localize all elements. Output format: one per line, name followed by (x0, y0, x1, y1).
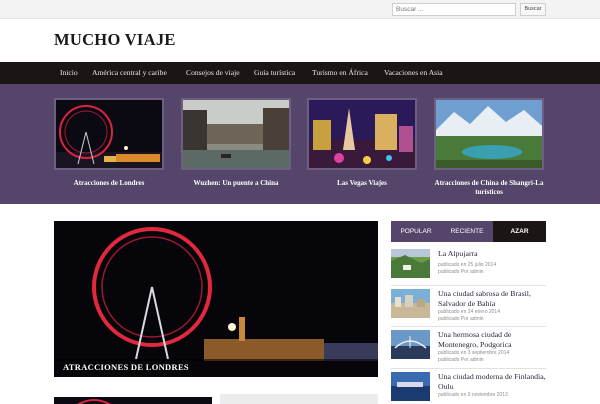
search-input[interactable] (392, 3, 516, 16)
list-item[interactable]: Una hermosa ciudad de Montenegro, Podgor… (391, 330, 546, 366)
item-author: publicado Por admin (438, 269, 484, 275)
list-item[interactable]: Una ciudad sabrosa de Brasil, Salvador d… (391, 289, 546, 325)
nav-item-inicio[interactable]: Inicio (60, 62, 78, 84)
featured-card[interactable]: Las Vegas Viajes (307, 98, 417, 188)
item-thumbnail[interactable] (391, 372, 430, 401)
list-item[interactable]: La Alpujarra publicado en 25 julio 2014 … (391, 249, 546, 283)
item-title[interactable]: Una ciudad moderna de Finlandia, Oulu (438, 372, 546, 391)
nav-item-africa[interactable]: Turismo en África (312, 62, 368, 84)
divider (391, 285, 546, 286)
top-bar: Buscar (0, 0, 600, 19)
featured-image-london[interactable] (54, 98, 164, 170)
featured-card[interactable]: Wuzhen: Un puente a China (181, 98, 291, 188)
item-date: publicado en 3 septiembre 2014 (438, 350, 510, 356)
featured-card[interactable]: Atracciones de China de Shangri-La turís… (434, 98, 544, 197)
tab-popular[interactable]: POPULAR (391, 221, 441, 242)
item-title[interactable]: Una hermosa ciudad de Montenegro, Podgor… (438, 330, 546, 349)
main-nav: Inicio América central y caribe Consejos… (0, 62, 600, 84)
main-article-caption[interactable]: ATRACCIONES DE LONDRES (54, 359, 378, 377)
article-thumbnail[interactable] (54, 394, 212, 404)
item-date: publicado en 25 julio 2014 (438, 262, 497, 268)
item-thumbnail[interactable] (391, 249, 430, 278)
featured-band: Atracciones de Londres Wuzhen: Un puente… (0, 84, 600, 204)
featured-image-wuzhen[interactable] (181, 98, 291, 170)
search-button[interactable]: Buscar (520, 3, 546, 16)
featured-image-shangrila[interactable] (434, 98, 544, 170)
item-author: publicado Por admin (438, 357, 484, 363)
tab-reciente[interactable]: RECIENTE (441, 221, 493, 242)
item-thumbnail[interactable] (391, 289, 430, 318)
divider (391, 368, 546, 369)
item-title[interactable]: La Alpujarra (438, 249, 546, 259)
article-thumbnail[interactable] (220, 394, 378, 404)
item-date: publicado en 24 enero 2014 (438, 309, 500, 315)
tab-azar[interactable]: AZAR (493, 221, 546, 242)
main-article-title[interactable]: ATRACCIONES DE LONDRES (63, 362, 189, 372)
sidebar-tabs: POPULAR RECIENTE AZAR (391, 221, 546, 242)
featured-title[interactable]: Wuzhen: Un puente a China (181, 179, 291, 188)
featured-title[interactable]: Las Vegas Viajes (307, 179, 417, 188)
site-title[interactable]: MUCHO VIAJE (54, 30, 176, 50)
divider (391, 326, 546, 327)
item-author: publicado Por admin (438, 316, 484, 322)
featured-title[interactable]: Atracciones de China de Shangri-La turís… (434, 179, 544, 197)
nav-item-guia[interactable]: Guía turística (254, 62, 295, 84)
list-item[interactable]: Una ciudad moderna de Finlandia, Oulu pu… (391, 372, 546, 401)
main-article-image[interactable] (54, 221, 378, 377)
item-date: publicado en 9 noviembre 2013 (438, 392, 508, 398)
featured-image-vegas[interactable] (307, 98, 417, 170)
nav-item-america-central[interactable]: América central y caribe (92, 62, 167, 84)
nav-item-asia[interactable]: Vacaciones en Asia (384, 62, 443, 84)
featured-title[interactable]: Atracciones de Londres (54, 179, 164, 188)
nav-item-consejos[interactable]: Consejos de viaje (186, 62, 240, 84)
item-title[interactable]: Una ciudad sabrosa de Brasil, Salvador d… (438, 289, 546, 308)
item-thumbnail[interactable] (391, 330, 430, 359)
featured-card[interactable]: Atracciones de Londres (54, 98, 164, 188)
